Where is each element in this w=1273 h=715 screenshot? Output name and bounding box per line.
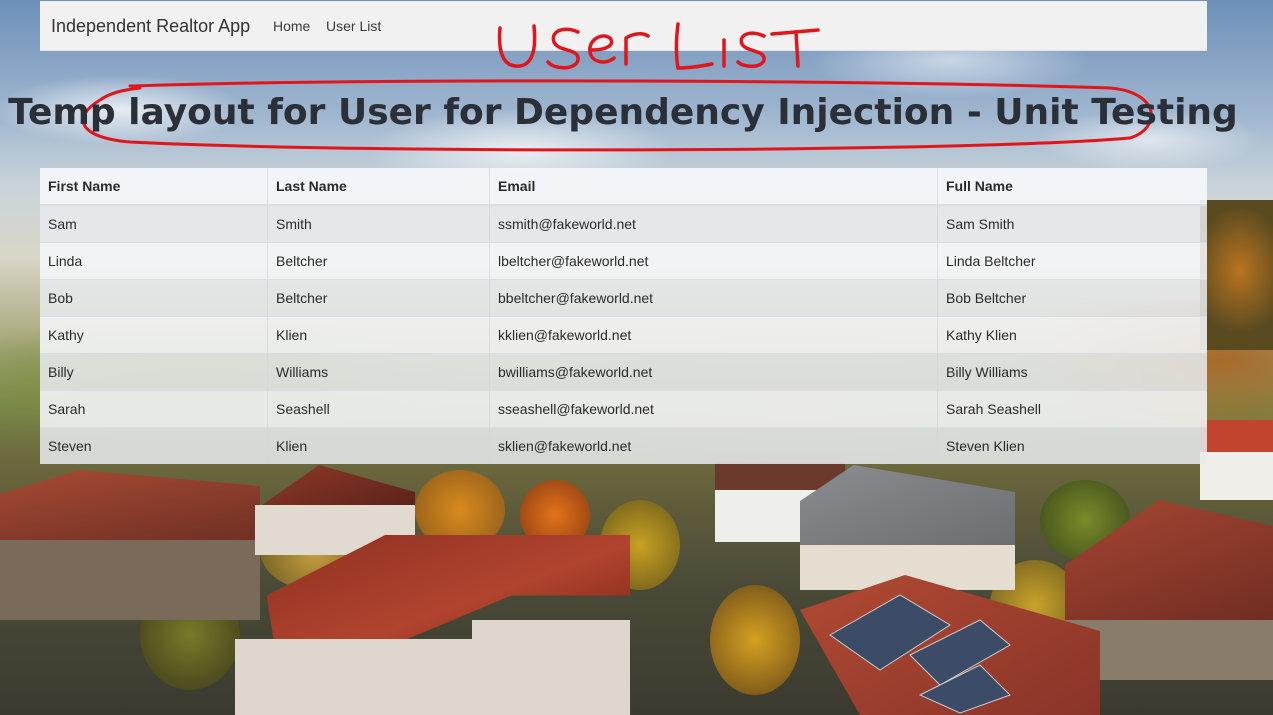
page-background: Independent Realtor App Home User List T… bbox=[0, 0, 1273, 715]
cell-full-name: Billy Williams bbox=[937, 353, 1207, 391]
cell-full-name: Sam Smith bbox=[937, 204, 1207, 243]
column-header-full-name: Full Name bbox=[937, 168, 1207, 206]
column-header-first-name: First Name bbox=[40, 168, 268, 206]
cell-last-name: Beltcher bbox=[267, 242, 490, 280]
page-title: Temp layout for User for Dependency Inje… bbox=[8, 92, 1238, 133]
table-header-row: First Name Last Name Email Full Name bbox=[40, 168, 1207, 206]
cell-full-name: Steven Klien bbox=[937, 427, 1207, 464]
cell-first-name: Sarah bbox=[40, 390, 268, 428]
solar-panels bbox=[829, 594, 1011, 714]
house bbox=[235, 535, 630, 715]
handwritten-annotation-user-list bbox=[497, 22, 820, 70]
app-brand[interactable]: Independent Realtor App bbox=[51, 16, 250, 37]
cell-first-name: Kathy bbox=[40, 316, 268, 354]
nav-link-home[interactable]: Home bbox=[273, 18, 310, 34]
cell-email: sseashell@fakeworld.net bbox=[489, 390, 938, 428]
house bbox=[1200, 420, 1273, 500]
cell-email: lbeltcher@fakeworld.net bbox=[489, 242, 938, 280]
cell-last-name: Smith bbox=[267, 204, 490, 243]
cell-first-name: Steven bbox=[40, 427, 268, 464]
table-row: Sarah Seashell sseashell@fakeworld.net S… bbox=[40, 390, 1207, 428]
cell-full-name: Kathy Klien bbox=[937, 316, 1207, 354]
cell-last-name: Klien bbox=[267, 316, 490, 354]
cell-first-name: Sam bbox=[40, 204, 268, 243]
cell-last-name: Beltcher bbox=[267, 279, 490, 317]
house-with-solar-panels bbox=[800, 575, 1100, 715]
cell-full-name: Bob Beltcher bbox=[937, 279, 1207, 317]
nav-link-user-list[interactable]: User List bbox=[326, 18, 381, 34]
cell-full-name: Linda Beltcher bbox=[937, 242, 1207, 280]
table-row: Bob Beltcher bbeltcher@fakeworld.net Bob… bbox=[40, 279, 1207, 317]
cell-email: ssmith@fakeworld.net bbox=[489, 204, 938, 243]
house bbox=[0, 470, 260, 620]
cell-last-name: Klien bbox=[267, 427, 490, 464]
cell-first-name: Billy bbox=[40, 353, 268, 391]
house bbox=[800, 465, 1015, 590]
cell-full-name: Sarah Seashell bbox=[937, 390, 1207, 428]
column-header-last-name: Last Name bbox=[267, 168, 490, 206]
table-row: Kathy Klien kklien@fakeworld.net Kathy K… bbox=[40, 316, 1207, 354]
column-header-email: Email bbox=[489, 168, 938, 206]
table-row: Steven Klien sklien@fakeworld.net Steven… bbox=[40, 427, 1207, 464]
cell-email: bbeltcher@fakeworld.net bbox=[489, 279, 938, 317]
autumn-trees bbox=[1200, 200, 1273, 350]
table-row: Linda Beltcher lbeltcher@fakeworld.net L… bbox=[40, 242, 1207, 280]
cell-last-name: Seashell bbox=[267, 390, 490, 428]
autumn-tree bbox=[710, 585, 800, 695]
user-table: First Name Last Name Email Full Name Sam… bbox=[40, 168, 1207, 464]
table-row: Sam Smith ssmith@fakeworld.net Sam Smith bbox=[40, 204, 1207, 243]
table-row: Billy Williams bwilliams@fakeworld.net B… bbox=[40, 353, 1207, 391]
cell-email: sklien@fakeworld.net bbox=[489, 427, 938, 464]
cell-last-name: Williams bbox=[267, 353, 490, 391]
cell-first-name: Bob bbox=[40, 279, 268, 317]
cell-email: kklien@fakeworld.net bbox=[489, 316, 938, 354]
cell-first-name: Linda bbox=[40, 242, 268, 280]
cell-email: bwilliams@fakeworld.net bbox=[489, 353, 938, 391]
